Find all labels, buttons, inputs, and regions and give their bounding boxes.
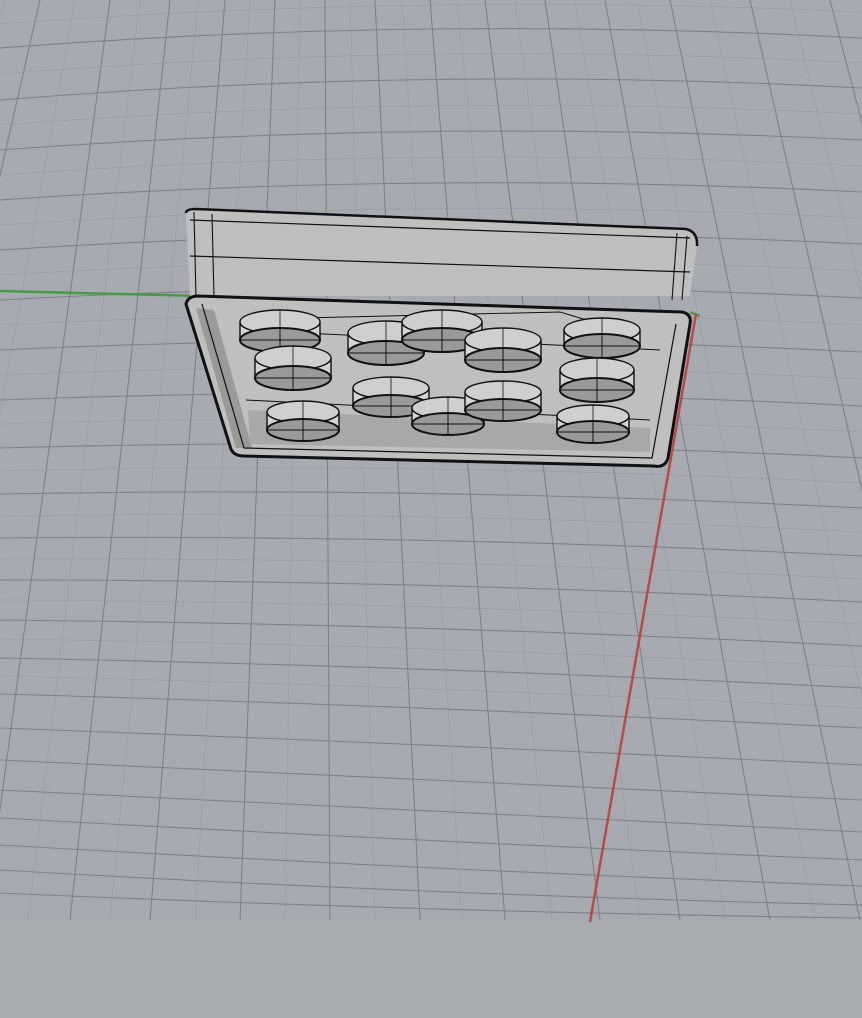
box-model[interactable]	[184, 207, 699, 468]
magnet-pocket	[239, 309, 321, 353]
magnet-pocket	[559, 357, 635, 403]
magnet-pocket	[464, 327, 542, 373]
viewport-ground-band	[0, 922, 862, 1018]
rhino-perspective-viewport[interactable]	[0, 0, 862, 1018]
magnet-pocket	[254, 345, 332, 391]
viewport-canvas[interactable]	[0, 0, 862, 1018]
magnet-pocket	[556, 404, 630, 444]
magnet-pocket	[266, 400, 340, 442]
magnet-pocket	[464, 380, 542, 422]
viewport-background	[0, 0, 862, 1018]
magnet-pocket	[563, 317, 641, 359]
